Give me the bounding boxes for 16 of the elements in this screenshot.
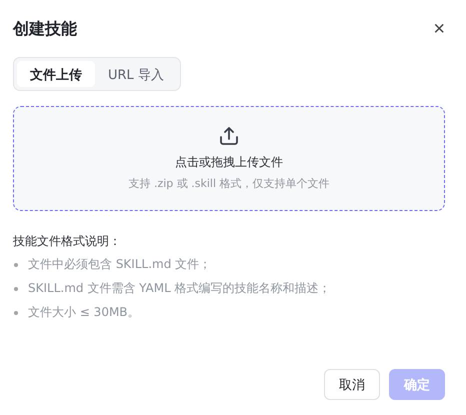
upload-hint: 支持 .zip 或 .skill 格式，仅支持单个文件 xyxy=(128,176,330,191)
format-note: SKILL.md 文件需含 YAML 格式编写的技能名称和描述； xyxy=(28,280,331,297)
close-button[interactable]: × xyxy=(433,19,445,39)
format-note: 文件中必须包含 SKILL.md 文件； xyxy=(28,256,212,273)
format-note: 文件大小 ≤ 30MB。 xyxy=(28,304,140,321)
bullet-icon xyxy=(14,262,18,266)
format-heading: 技能文件格式说明： xyxy=(13,233,122,250)
bullet-icon xyxy=(14,310,18,314)
tab[interactable]: URL 导入 xyxy=(95,61,177,87)
upload-prompt: 点击或拖拽上传文件 xyxy=(175,154,283,171)
bullet-icon xyxy=(14,286,18,290)
upload-icon xyxy=(219,126,239,146)
cancel-button[interactable]: 取消 xyxy=(324,369,380,400)
dialog-title: 创建技能 xyxy=(13,18,77,40)
tab[interactable]: 文件上传 xyxy=(17,61,95,87)
upload-area[interactable]: 点击或拖拽上传文件 支持 .zip 或 .skill 格式，仅支持单个文件 xyxy=(13,106,445,211)
